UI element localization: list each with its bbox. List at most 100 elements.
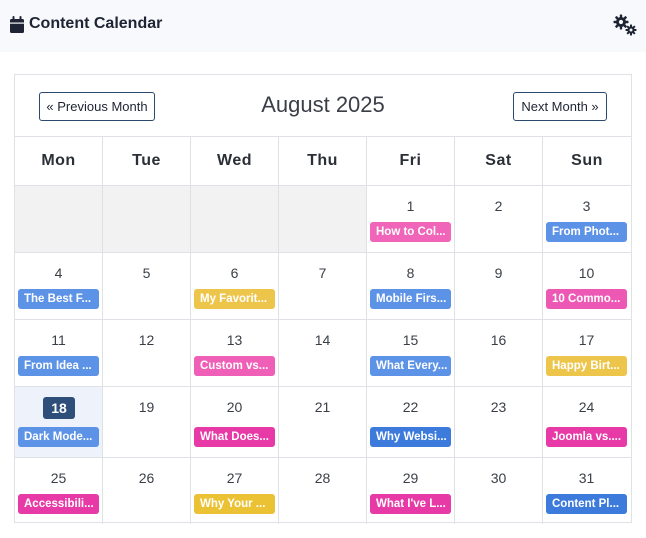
day-cell[interactable]: 12 bbox=[103, 320, 191, 386]
event-chip[interactable]: What Every... bbox=[370, 356, 451, 376]
day-number: 31 bbox=[578, 470, 595, 486]
day-cell[interactable]: 13 Custom vs... bbox=[191, 320, 279, 386]
next-month-button[interactable]: Next Month » bbox=[513, 92, 607, 121]
week-row: 1 How to Col... 2 3 From Phot... bbox=[15, 186, 631, 253]
day-cell[interactable]: 4 The Best F... bbox=[15, 253, 103, 319]
week-row: 18 Dark Mode... 19 20 What Does... 21 22 Why We… bbox=[15, 387, 631, 458]
calendar: « Previous Month August 2025 Next Month … bbox=[14, 74, 632, 524]
day-number: 12 bbox=[138, 332, 155, 348]
day-number: 3 bbox=[582, 198, 591, 214]
day-number: 10 bbox=[578, 265, 595, 281]
day-cell[interactable]: 15 What Every... bbox=[367, 320, 455, 386]
weekday-wed: Wed bbox=[191, 137, 279, 186]
day-number: 2 bbox=[494, 198, 503, 214]
day-cell[interactable]: 16 bbox=[455, 320, 543, 386]
event-chip[interactable]: 10 Commo... bbox=[546, 289, 627, 309]
day-number: 5 bbox=[142, 265, 151, 281]
day-cell[interactable]: 17 Happy Birt... bbox=[543, 320, 631, 386]
day-cell[interactable]: 30 bbox=[455, 458, 543, 524]
day-number: 7 bbox=[318, 265, 327, 281]
event-chip[interactable]: What Does... bbox=[194, 427, 275, 447]
day-cell[interactable]: 25 Accessibili... bbox=[15, 458, 103, 524]
day-cell[interactable]: 1 How to Col... bbox=[367, 186, 455, 252]
app-title: Content Calendar bbox=[10, 14, 162, 34]
empty-day-cell bbox=[15, 186, 103, 252]
day-cell[interactable]: 11 From Idea ... bbox=[15, 320, 103, 386]
event-chip[interactable]: Custom vs... bbox=[194, 356, 275, 376]
day-cell[interactable]: 28 bbox=[279, 458, 367, 524]
day-number: 13 bbox=[226, 332, 243, 348]
day-number: 9 bbox=[494, 265, 503, 281]
day-cell[interactable]: 18 Dark Mode... bbox=[15, 387, 103, 457]
event-chip[interactable]: From Idea ... bbox=[18, 356, 99, 376]
day-cell[interactable]: 21 bbox=[279, 387, 367, 457]
event-chip[interactable]: What I've L... bbox=[370, 494, 451, 514]
day-cell[interactable]: 20 What Does... bbox=[191, 387, 279, 457]
day-number: 28 bbox=[314, 470, 331, 486]
weekday-thu: Thu bbox=[279, 137, 367, 186]
day-number: 30 bbox=[490, 470, 507, 486]
day-number: 8 bbox=[406, 265, 415, 281]
day-cell[interactable]: 23 bbox=[455, 387, 543, 457]
day-number: 16 bbox=[490, 332, 507, 348]
app-title-label: Content Calendar bbox=[29, 15, 163, 32]
day-number: 20 bbox=[226, 399, 243, 415]
day-number: 15 bbox=[402, 332, 419, 348]
day-number: 24 bbox=[578, 399, 595, 415]
week-row: 4 The Best F... 5 6 My Favorit... 7 8 Mobile Fi… bbox=[15, 253, 631, 320]
weekday-fri: Fri bbox=[367, 137, 455, 186]
day-number: 23 bbox=[490, 399, 507, 415]
event-chip[interactable]: Happy Birt... bbox=[546, 356, 627, 376]
week-row: 11 From Idea ... 12 13 Custom vs... 14 15 What … bbox=[15, 320, 631, 387]
calendar-grid: 1 How to Col... 2 3 From Phot... 4 The Best F.… bbox=[15, 186, 631, 524]
day-cell[interactable]: 29 What I've L... bbox=[367, 458, 455, 524]
event-chip[interactable]: Mobile Firs... bbox=[370, 289, 451, 309]
event-chip[interactable]: The Best F... bbox=[18, 289, 99, 309]
event-chip[interactable]: Why Websi... bbox=[370, 427, 451, 447]
day-cell[interactable]: 9 bbox=[455, 253, 543, 319]
day-number: 1 bbox=[406, 198, 415, 214]
day-number: 19 bbox=[138, 399, 155, 415]
event-chip[interactable]: Content Pl... bbox=[546, 494, 627, 514]
day-number: 22 bbox=[402, 399, 419, 415]
day-cell[interactable]: 24 Joomla vs.... bbox=[543, 387, 631, 457]
day-cell[interactable]: 31 Content Pl... bbox=[543, 458, 631, 524]
event-chip[interactable]: My Favorit... bbox=[194, 289, 275, 309]
day-cell[interactable]: 14 bbox=[279, 320, 367, 386]
day-cell[interactable]: 22 Why Websi... bbox=[367, 387, 455, 457]
event-chip[interactable]: How to Col... bbox=[370, 222, 451, 242]
day-cell[interactable]: 8 Mobile Firs... bbox=[367, 253, 455, 319]
weekday-sun: Sun bbox=[543, 137, 631, 186]
weekday-sat: Sat bbox=[455, 137, 543, 186]
day-cell[interactable]: 27 Why Your ... bbox=[191, 458, 279, 524]
day-number: 25 bbox=[50, 470, 67, 486]
event-chip[interactable]: Accessibili... bbox=[18, 494, 99, 514]
event-chip[interactable]: Dark Mode... bbox=[18, 427, 99, 447]
weekday-header-row: Mon Tue Wed Thu Fri Sat Sun bbox=[15, 137, 631, 186]
cogs-icon[interactable] bbox=[613, 14, 637, 36]
weekday-tue: Tue bbox=[103, 137, 191, 186]
weekday-mon: Mon bbox=[15, 137, 103, 186]
empty-day-cell bbox=[279, 186, 367, 252]
day-cell[interactable]: 3 From Phot... bbox=[543, 186, 631, 252]
day-number: 29 bbox=[402, 470, 419, 486]
today-day-number: 18 bbox=[43, 397, 75, 419]
day-number: 14 bbox=[314, 332, 331, 348]
day-cell[interactable]: 5 bbox=[103, 253, 191, 319]
event-chip[interactable]: From Phot... bbox=[546, 222, 627, 242]
empty-day-cell bbox=[191, 186, 279, 252]
day-cell[interactable]: 10 10 Commo... bbox=[543, 253, 631, 319]
day-cell[interactable]: 2 bbox=[455, 186, 543, 252]
calendar-icon bbox=[10, 15, 24, 33]
calendar-header: « Previous Month August 2025 Next Month … bbox=[15, 75, 631, 137]
event-chip[interactable]: Why Your ... bbox=[194, 494, 275, 514]
day-cell[interactable]: 26 bbox=[103, 458, 191, 524]
day-number: 6 bbox=[230, 265, 239, 281]
event-chip[interactable]: Joomla vs.... bbox=[546, 427, 627, 447]
day-number: 26 bbox=[138, 470, 155, 486]
day-cell[interactable]: 6 My Favorit... bbox=[191, 253, 279, 319]
top-bar: Content Calendar bbox=[0, 0, 646, 52]
day-cell[interactable]: 7 bbox=[279, 253, 367, 319]
day-cell[interactable]: 19 bbox=[103, 387, 191, 457]
week-row: 25 Accessibili... 26 27 Why Your ... 28 29 What… bbox=[15, 458, 631, 524]
